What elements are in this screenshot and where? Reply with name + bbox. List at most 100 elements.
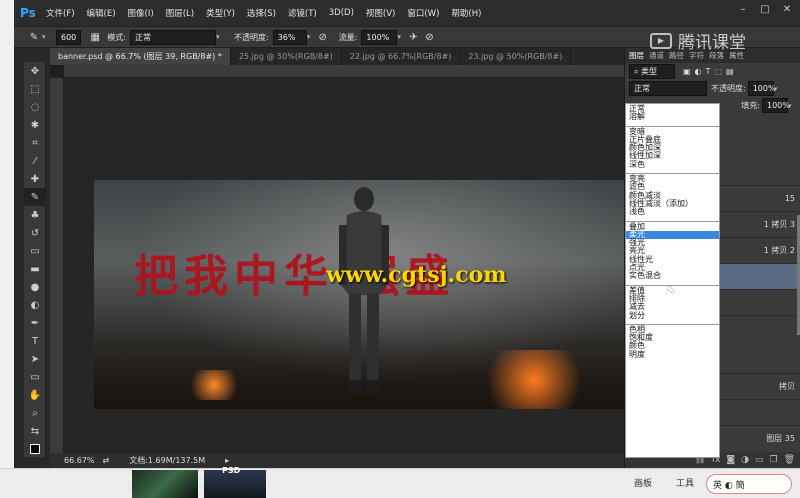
blend-option[interactable]: 实色混合 — [626, 272, 719, 281]
flow-field[interactable]: 100% — [361, 29, 398, 45]
blur-tool-icon[interactable]: ● — [24, 278, 46, 296]
document-size: 文档:1.69M/137.5M — [129, 456, 206, 465]
menu-file[interactable]: 文件(F) — [46, 7, 75, 19]
blend-group-normal: 正常 溶解 — [626, 104, 719, 127]
dodge-tool-icon[interactable]: ◐ — [24, 296, 46, 314]
tab-layers[interactable]: 图层 — [629, 50, 644, 61]
taskbar-thumbnail-psd[interactable]: PSD — [204, 466, 266, 498]
chevron-right-icon[interactable]: ▸ — [225, 456, 229, 465]
menu-edit[interactable]: 编辑(E) — [87, 7, 116, 19]
blend-group-darken: 变暗 正片叠底 颜色加深 线性加深 深色 — [626, 127, 719, 175]
blend-group-contrast: 叠加 柔光 强光 亮光 线性光 点光 实色混合 — [626, 222, 719, 286]
quick-select-tool-icon[interactable]: ✱ — [24, 116, 46, 134]
blend-group-lighten: 变亮 滤色 颜色减淡 线性减淡（添加） 浅色 — [626, 174, 719, 222]
zoom-tool-icon[interactable]: ⌕ — [24, 404, 46, 422]
hand-tool-icon[interactable]: ✋ — [24, 386, 46, 404]
window-controls: – □ ✕ — [736, 3, 794, 17]
menu-window[interactable]: 窗口(W) — [407, 7, 439, 19]
chevron-down-icon[interactable]: ▾ — [216, 33, 224, 41]
tab-23[interactable]: 23.jpg @ 50%(RGB/8#) — [460, 48, 572, 65]
menu-type[interactable]: 类型(Y) — [206, 7, 235, 19]
chevron-down-icon[interactable]: ▾ — [397, 33, 405, 41]
chevron-down-icon[interactable]: ▾ — [42, 33, 50, 41]
blend-option[interactable]: 浅色 — [626, 207, 719, 216]
type-tool-icon[interactable]: T — [24, 332, 46, 350]
pen-tool-icon[interactable]: ✒ — [24, 314, 46, 332]
menu-view[interactable]: 视图(V) — [366, 7, 395, 19]
document-area: banner.psd @ 66.7% (图层 39, RGB/8#) * 25.… — [50, 48, 632, 468]
watermark-text: www.cgtsj.com — [326, 262, 507, 288]
crop-tool-icon[interactable]: ⌗ — [24, 134, 46, 152]
brush-tool-icon[interactable]: ✎ — [24, 188, 46, 206]
lasso-tool-icon[interactable]: ◌ — [24, 98, 46, 116]
minimize-icon[interactable]: – — [736, 3, 750, 17]
maximize-icon[interactable]: □ — [758, 3, 772, 17]
chevron-down-icon[interactable]: ▾ — [774, 85, 782, 93]
tab-25[interactable]: 25.jpg @ 50%(RGB/8#) — [231, 48, 342, 65]
blend-option[interactable]: 溶解 — [626, 112, 719, 121]
path-select-icon[interactable]: ➤ — [24, 350, 46, 368]
opacity-field[interactable]: 36% — [272, 29, 307, 45]
status-bar: 66.67% ⇄ 文档:1.69M/137.5M ▸ — [50, 453, 624, 468]
new-layer-icon[interactable]: ❐ — [769, 455, 777, 465]
mode-label: 模式: — [107, 32, 126, 42]
move-tool-icon[interactable]: ✥ — [24, 62, 46, 80]
filter-icons[interactable]: ▣◐T⬚▤ — [683, 67, 738, 76]
blend-option[interactable]: 划分 — [626, 311, 719, 320]
kind-filter-select[interactable]: ⌕ 类型 — [629, 64, 675, 79]
chevron-down-icon[interactable]: ▾ — [788, 102, 796, 110]
tencent-classroom-logo: ▶ 腾讯课堂 — [650, 28, 746, 53]
panel-fill-field[interactable]: 100% — [762, 98, 790, 113]
ps-logo: Ps — [20, 6, 36, 20]
taskbar-artboard-button[interactable]: 画板 — [634, 476, 652, 489]
menu-help[interactable]: 帮助(H) — [451, 7, 481, 19]
close-icon[interactable]: ✕ — [780, 3, 794, 17]
brush-size-field[interactable]: 600 — [56, 29, 82, 45]
mode-select[interactable]: 正常 — [129, 29, 216, 45]
ime-indicator[interactable]: 英 ◐ 簡 — [706, 474, 792, 494]
chevron-down-icon[interactable]: ▾ — [307, 33, 315, 41]
blend-option[interactable]: 明度 — [626, 350, 719, 359]
status-share-icon[interactable]: ⇄ — [103, 456, 110, 465]
panel-fill-label: 填充: — [741, 101, 760, 110]
eraser-tool-icon[interactable]: ▭ — [24, 242, 46, 260]
taskbar-tools-button[interactable]: 工具 — [676, 476, 694, 489]
gradient-tool-icon[interactable]: ▬ — [24, 260, 46, 278]
menu-layer[interactable]: 图层(L) — [166, 7, 194, 19]
blend-option[interactable]: 深色 — [626, 160, 719, 169]
blend-mode-dropdown[interactable]: 正常 溶解 变暗 正片叠底 颜色加深 线性加深 深色 变亮 滤色 颜色减淡 线性… — [625, 103, 720, 458]
healing-tool-icon[interactable]: ✚ — [24, 170, 46, 188]
image-fire-left — [184, 370, 244, 400]
menu-3d[interactable]: 3D(D) — [329, 8, 354, 18]
mask-icon[interactable]: ◙ — [726, 455, 735, 465]
panel-opacity-field[interactable]: 100% — [747, 81, 776, 96]
layer-filter-row: ⌕ 类型 ▣◐T⬚▤ — [625, 63, 800, 80]
history-brush-icon[interactable]: ↺ — [24, 224, 46, 242]
trash-icon[interactable]: 🗑 — [784, 455, 795, 465]
brush-tool-icon[interactable]: ✎ — [26, 29, 42, 45]
eyedropper-tool-icon[interactable]: ⁄ — [24, 152, 46, 170]
pressure-opacity-icon[interactable]: ⊘ — [315, 29, 331, 45]
thumb-label: PSD — [222, 466, 241, 475]
swap-colors-icon[interactable]: ⇆ — [24, 422, 46, 440]
tab-banner[interactable]: banner.psd @ 66.7% (图层 39, RGB/8#) * — [50, 48, 231, 65]
stamp-tool-icon[interactable]: ♣ — [24, 206, 46, 224]
taskbar-thumbnail[interactable] — [132, 470, 198, 498]
shape-tool-icon[interactable]: ▭ — [24, 368, 46, 386]
menu-image[interactable]: 图像(I) — [128, 7, 154, 19]
adjustment-icon[interactable]: ◑ — [741, 455, 749, 465]
left-window-edge — [0, 0, 14, 498]
banner-image[interactable]: 把我中华 强盛 www.cgtsj.com — [94, 180, 632, 409]
menu-select[interactable]: 选择(S) — [247, 7, 276, 19]
brush-panel-icon[interactable]: ▦ — [87, 29, 103, 45]
airbrush-icon[interactable]: ✈ — [405, 29, 421, 45]
blend-mode-select[interactable]: 正常 — [629, 81, 707, 96]
tab-22[interactable]: 22.jpg @ 66.7%(RGB/8#) — [342, 48, 461, 65]
zoom-level[interactable]: 66.67% — [64, 456, 95, 465]
menu-filter[interactable]: 滤镜(T) — [288, 7, 317, 19]
folder-icon[interactable]: ▭ — [755, 455, 764, 465]
pressure-size-icon[interactable]: ⊘ — [421, 29, 437, 45]
marquee-tool-icon[interactable]: ⬚ — [24, 80, 46, 98]
color-swatches[interactable] — [24, 440, 46, 458]
document-tabs: banner.psd @ 66.7% (图层 39, RGB/8#) * 25.… — [50, 48, 624, 65]
